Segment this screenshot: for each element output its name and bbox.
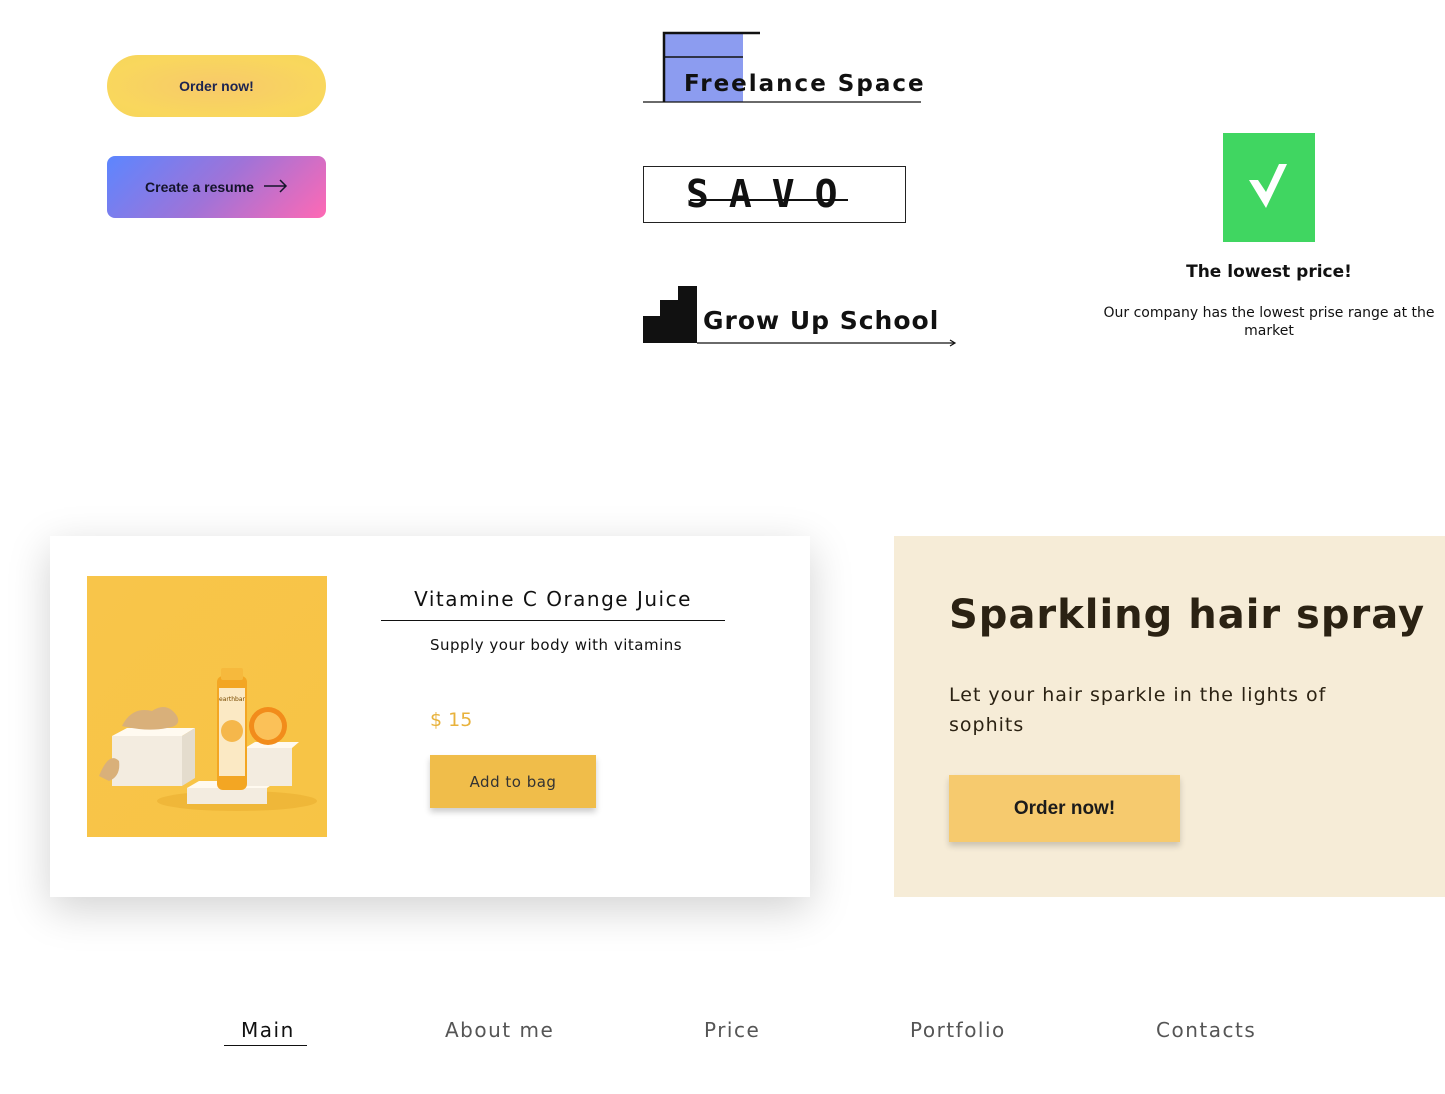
bottle-label: earthbar xyxy=(219,696,245,703)
add-to-bag-button[interactable]: Add to bag xyxy=(430,755,596,808)
promo-order-label: Order now! xyxy=(1013,797,1116,819)
create-resume-button[interactable]: Create a resume xyxy=(107,156,326,218)
savo-logo: SAVO xyxy=(686,172,858,216)
checkmark-icon xyxy=(1223,133,1315,242)
product-price: $ 15 xyxy=(430,709,473,731)
order-now-label: Order now! xyxy=(179,78,254,94)
create-resume-label: Create a resume xyxy=(145,179,254,195)
nav-price[interactable]: Price xyxy=(704,1018,760,1042)
lowest-price-title: The lowest price! xyxy=(1186,262,1352,282)
nav-about-me[interactable]: About me xyxy=(445,1018,554,1042)
grow-up-school-logo: Grow Up School xyxy=(703,306,940,335)
orange-juice-image: earthbar xyxy=(87,576,327,837)
arrow-right-icon xyxy=(263,178,288,196)
promo-description: Let your hair sparkle in the lights of s… xyxy=(949,684,1327,736)
promo-title: Sparkling hair spray xyxy=(949,592,1426,638)
product-subtitle: Supply your body with vitamins xyxy=(430,636,683,654)
order-now-button[interactable]: Order now! xyxy=(107,55,326,117)
product-title: Vitamine C Orange Juice xyxy=(414,587,692,611)
nav-contacts[interactable]: Contacts xyxy=(1156,1018,1256,1042)
lowest-price-description: Our company has the lowest prise range a… xyxy=(1103,305,1435,339)
nav-main[interactable]: Main xyxy=(241,1018,295,1042)
product-title-underline xyxy=(381,620,725,621)
freelance-space-logo: Freelance Space xyxy=(684,71,926,97)
promo-order-button[interactable]: Order now! xyxy=(949,775,1180,842)
add-to-bag-label: Add to bag xyxy=(469,772,557,791)
nav-main-underline xyxy=(224,1045,307,1046)
nav-portfolio[interactable]: Portfolio xyxy=(910,1018,1006,1042)
savo-strike-line xyxy=(690,199,848,201)
